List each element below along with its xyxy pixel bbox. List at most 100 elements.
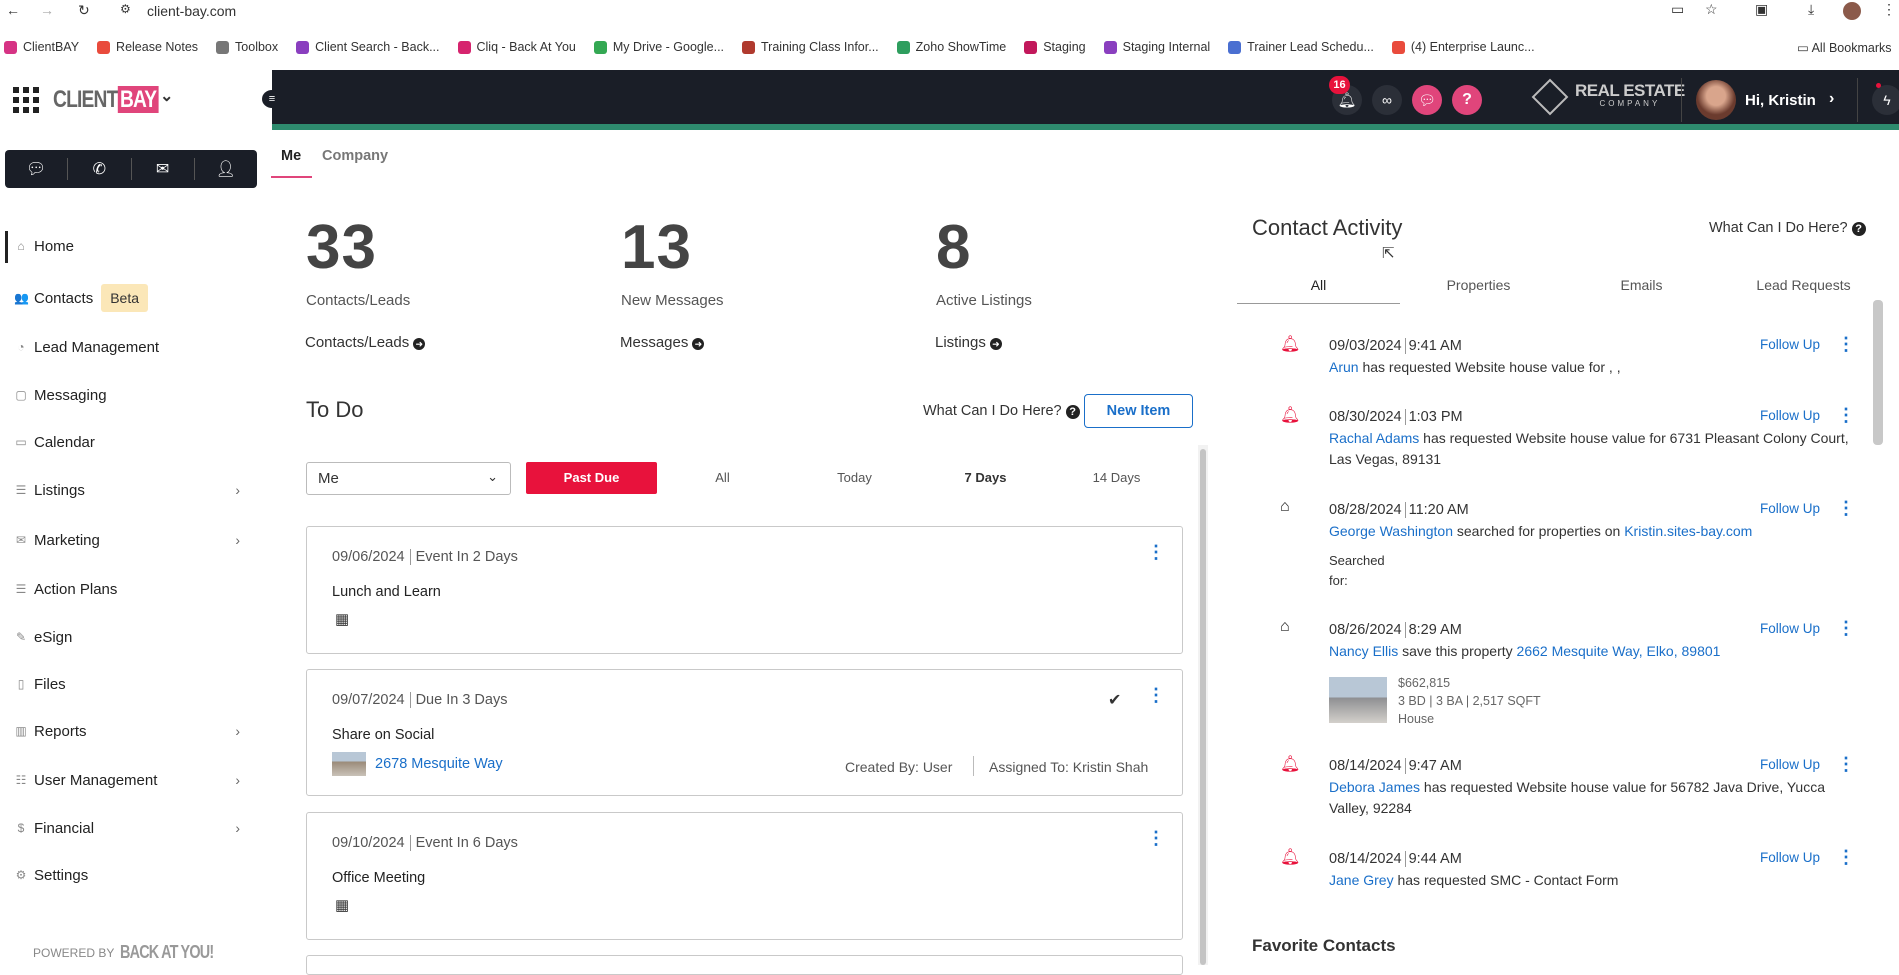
filter-all[interactable]: All: [657, 462, 788, 494]
help-icon[interactable]: ?: [1452, 85, 1482, 115]
filter-past-due[interactable]: Past Due: [526, 462, 657, 494]
more-vertical-icon[interactable]: ⋮: [1837, 334, 1855, 355]
bookmark-item[interactable]: My Drive - Google...: [593, 40, 724, 54]
sidebar-item-lead-management[interactable]: ◔ Lead Management: [5, 332, 255, 362]
bookmark-item[interactable]: Staging Internal: [1103, 40, 1210, 54]
follow-up-link[interactable]: Follow Up: [1760, 850, 1820, 865]
all-bookmarks[interactable]: ▭ All Bookmarks: [1797, 40, 1891, 55]
follow-up-link[interactable]: Follow Up: [1760, 501, 1820, 516]
more-vertical-icon[interactable]: ⋮: [1837, 618, 1855, 639]
stat-link[interactable]: Contacts/Leads ➜: [305, 334, 426, 351]
collapse-sidebar-icon[interactable]: ≡: [262, 90, 282, 108]
todo-card[interactable]: 09/06/2024 Event In 2 Days Lunch and Learn…: [306, 526, 1183, 654]
sidebar-item-files[interactable]: ▯ Files: [5, 669, 255, 699]
tab-me[interactable]: Me: [281, 148, 301, 164]
bookmark-item[interactable]: Cliq - Back At You: [457, 40, 576, 54]
brand-logo[interactable]: CLIENT BAY: [53, 86, 159, 114]
filter-today[interactable]: Today: [789, 462, 920, 494]
profile-icon[interactable]: [1843, 2, 1861, 20]
contact-link[interactable]: George Washington: [1329, 523, 1453, 539]
contact-link[interactable]: Arun: [1329, 359, 1359, 375]
back-icon[interactable]: ←: [6, 2, 20, 18]
more-vertical-icon[interactable]: ⋮: [1837, 847, 1855, 868]
bookmark-item[interactable]: (4) Enterprise Launc...: [1391, 40, 1535, 54]
sidebar-item-esign[interactable]: ✎ eSign: [5, 622, 255, 652]
bookmark-item[interactable]: ClientBAY: [4, 40, 79, 54]
stat-link[interactable]: Messages ➜: [620, 334, 705, 351]
more-vertical-icon[interactable]: ⋮: [1837, 405, 1855, 426]
activity-tab-lead-requests[interactable]: Lead Requests: [1722, 277, 1885, 293]
chat-bubble-icon[interactable]: 💬︎: [5, 158, 69, 180]
bookmark-item[interactable]: Client Search - Back...: [296, 40, 440, 54]
todo-card[interactable]: [306, 955, 1183, 975]
sidebar-item-listings[interactable]: ☰ Listings ›: [5, 475, 255, 505]
activity-scrollbar[interactable]: [1873, 300, 1883, 445]
bookmark-item[interactable]: Zoho ShowTime: [896, 40, 1006, 54]
sidebar-item-calendar[interactable]: ▭ Calendar: [5, 427, 255, 457]
tab-company[interactable]: Company: [322, 148, 388, 164]
follow-up-link[interactable]: Follow Up: [1760, 337, 1820, 352]
more-vertical-icon[interactable]: ⋮: [1837, 754, 1855, 775]
bookmark-item[interactable]: Staging: [1024, 40, 1086, 54]
todo-card[interactable]: 09/07/2024 Due In 3 Days Share on Social ⋮ ✔…: [306, 669, 1183, 796]
reload-icon[interactable]: ↻: [78, 2, 90, 19]
extensions-icon[interactable]: ▣: [1755, 1, 1768, 18]
download-icon[interactable]: ⤓: [1808, 1, 1814, 18]
follow-up-link[interactable]: Follow Up: [1760, 757, 1820, 772]
star-icon[interactable]: ☆: [1705, 1, 1718, 18]
follow-up-link[interactable]: Follow Up: [1760, 621, 1820, 636]
install-icon[interactable]: ▭: [1671, 1, 1684, 18]
sidebar-item-action-plans[interactable]: ☰ Action Plans: [5, 574, 255, 604]
more-vertical-icon[interactable]: ⋮: [1147, 543, 1165, 561]
chevron-right-icon[interactable]: ›: [1829, 90, 1834, 108]
lightning-icon[interactable]: ϟ: [1872, 85, 1899, 115]
bookmark-item[interactable]: Training Class Infor...: [742, 40, 879, 54]
stat-link[interactable]: Listings ➜: [935, 334, 1002, 351]
property-link[interactable]: 2678 Mesquite Way: [375, 756, 503, 772]
user-avatar[interactable]: [1696, 80, 1736, 120]
url-bar[interactable]: client-bay.com: [147, 3, 236, 19]
more-vertical-icon[interactable]: ⋮: [1837, 498, 1855, 519]
sidebar-item-reports[interactable]: ▥ Reports ›: [5, 716, 255, 746]
todo-scrollbar[interactable]: [1198, 445, 1208, 965]
new-item-button[interactable]: New Item: [1084, 394, 1193, 428]
mail-icon[interactable]: ✉: [132, 158, 195, 180]
menu-icon[interactable]: ⋮: [1882, 1, 1896, 18]
apps-grid-icon[interactable]: [13, 87, 39, 113]
add-contact-icon[interactable]: 👤︎: [195, 158, 257, 180]
contact-link[interactable]: Nancy Ellis: [1329, 643, 1398, 659]
bookmark-item[interactable]: Release Notes: [97, 40, 198, 54]
sidebar-item-messaging[interactable]: ▢ Messaging: [5, 380, 255, 410]
activity-help[interactable]: What Can I Do Here? ?: [1709, 220, 1866, 236]
filter-7-days[interactable]: 7 Days: [920, 462, 1051, 494]
todo-help[interactable]: What Can I Do Here? ?: [923, 403, 1080, 419]
forward-icon[interactable]: →: [40, 2, 54, 18]
sidebar-item-financial[interactable]: $ Financial ›: [5, 813, 255, 843]
link-icon[interactable]: ∞: [1372, 85, 1402, 115]
sidebar-item-home[interactable]: ⌂ Home: [5, 231, 255, 261]
sidebar-item-user-management[interactable]: ☷ User Management ›: [5, 765, 255, 795]
more-vertical-icon[interactable]: ⋮: [1147, 686, 1165, 704]
contact-link[interactable]: Rachal Adams: [1329, 430, 1419, 446]
todo-card[interactable]: 09/10/2024 Event In 6 Days Office Meeting ⋮…: [306, 812, 1183, 940]
check-icon[interactable]: ✔: [1108, 690, 1121, 710]
filter-14-days[interactable]: 14 Days: [1051, 462, 1182, 494]
activity-tab-emails[interactable]: Emails: [1560, 277, 1723, 293]
contact-link[interactable]: Jane Grey: [1329, 872, 1394, 888]
follow-up-link[interactable]: Follow Up: [1760, 408, 1820, 423]
bookmark-item[interactable]: Trainer Lead Schedu...: [1228, 40, 1374, 54]
activity-link[interactable]: Kristin.sites-bay.com: [1624, 523, 1752, 539]
bookmark-item[interactable]: Toolbox: [216, 40, 278, 54]
user-greeting[interactable]: Hi, Kristin: [1745, 92, 1816, 109]
phone-icon[interactable]: ✆: [68, 158, 132, 180]
sidebar-item-marketing[interactable]: ✉ Marketing ›: [5, 525, 255, 555]
chat-icon[interactable]: 💬︎: [1412, 85, 1442, 115]
assignee-select[interactable]: Me ⌄: [306, 462, 511, 495]
site-info-icon[interactable]: ⚙: [120, 2, 131, 16]
activity-link[interactable]: 2662 Mesquite Way, Elko, 89801: [1517, 643, 1721, 659]
more-vertical-icon[interactable]: ⋮: [1147, 829, 1165, 847]
activity-tab-properties[interactable]: Properties: [1397, 277, 1560, 293]
sidebar-item-settings[interactable]: ⚙ Settings: [5, 860, 255, 890]
activity-tab-all[interactable]: All: [1237, 277, 1400, 293]
sidebar-item-contacts[interactable]: 👥 Contacts Beta: [5, 283, 255, 313]
